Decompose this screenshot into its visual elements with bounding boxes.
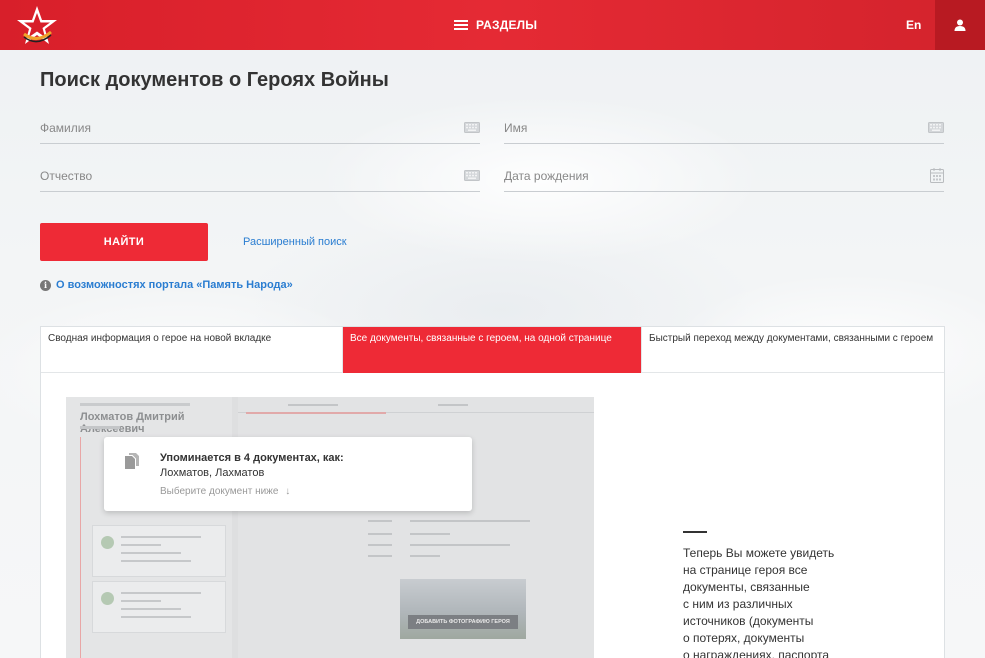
surname-field[interactable]: Фамилия	[40, 114, 480, 144]
language-switch-link[interactable]: En	[906, 18, 921, 32]
logo-star-icon[interactable]	[14, 4, 60, 48]
calendar-icon[interactable]	[930, 168, 944, 183]
description-line: источников (документы	[683, 614, 814, 628]
documents-icon	[125, 453, 139, 469]
description-line: на странице героя все	[683, 563, 808, 577]
preview-document-card	[92, 581, 226, 633]
preview-hero-name: Лохматов Дмитрий Алексеевич	[80, 411, 185, 435]
user-account-button[interactable]	[935, 0, 985, 50]
preview-add-photo-button: ДОБАВИТЬ ФОТОГРАФИЮ ГЕРОЯ	[408, 615, 518, 629]
description-line: о потерях, документы	[683, 631, 805, 645]
preview-memorial-photo	[400, 579, 526, 639]
popup-hint-label: Выберите документ ниже	[160, 486, 279, 497]
keyboard-icon[interactable]	[464, 170, 480, 181]
birth-date-placeholder: Дата рождения	[504, 169, 589, 183]
arrow-down-icon: ↓	[285, 486, 291, 497]
keyboard-icon[interactable]	[928, 122, 944, 133]
about-portal-link[interactable]: i О возможностях портала «Память Народа»	[40, 279, 293, 291]
keyboard-icon[interactable]	[464, 122, 480, 133]
preview-document-card	[92, 525, 226, 577]
tab-quick-navigation[interactable]: Быстрый переход между документами, связа…	[642, 327, 944, 373]
popup-title: Упоминается в 4 документах, как:	[160, 452, 344, 464]
popup-hint: Выберите документ ниже ↓	[160, 486, 290, 497]
description-divider	[683, 531, 707, 533]
sections-menu-button[interactable]: РАЗДЕЛЫ	[454, 0, 537, 50]
preview-mentions-popup: Упоминается в 4 документах, как: Лохмато…	[104, 437, 472, 511]
description-line: Теперь Вы можете увидеть	[683, 546, 835, 560]
birth-date-field[interactable]: Дата рождения	[504, 162, 944, 192]
advanced-search-link[interactable]: Расширенный поиск	[243, 236, 347, 248]
feature-preview-image: Лохматов Дмитрий Алексеевич ДОБАВИТЬ ФОТ…	[66, 397, 594, 658]
user-icon	[954, 19, 966, 31]
hamburger-icon	[454, 20, 468, 30]
name-field[interactable]: Имя	[504, 114, 944, 144]
feature-description: Теперь Вы можете увидеть на странице гер…	[683, 545, 843, 658]
sections-menu-label: РАЗДЕЛЫ	[476, 18, 538, 32]
popup-name-variants: Лохматов, Лахматов	[160, 467, 265, 479]
name-placeholder: Имя	[504, 121, 528, 135]
patronymic-field[interactable]: Отчество	[40, 162, 480, 192]
about-portal-label: О возможностях портала «Память Народа»	[56, 279, 293, 291]
features-panel: Сводная информация о герое на новой вкла…	[40, 326, 945, 658]
description-line: с ним из различных	[683, 597, 793, 611]
tab-all-documents[interactable]: Все документы, связанные с героем, на од…	[343, 327, 642, 373]
description-line: документы, связанные	[683, 580, 810, 594]
description-line: о награждениях, паспорта	[683, 648, 830, 658]
features-tabs: Сводная информация о герое на новой вкла…	[41, 327, 944, 373]
find-button[interactable]: НАЙТИ	[40, 223, 208, 261]
patronymic-placeholder: Отчество	[40, 169, 93, 183]
page-title: Поиск документов о Героях Войны	[40, 69, 389, 91]
top-header: РАЗДЕЛЫ En	[0, 0, 985, 50]
info-icon: i	[40, 279, 51, 291]
surname-placeholder: Фамилия	[40, 121, 91, 135]
tab-summary[interactable]: Сводная информация о герое на новой вкла…	[41, 327, 343, 373]
